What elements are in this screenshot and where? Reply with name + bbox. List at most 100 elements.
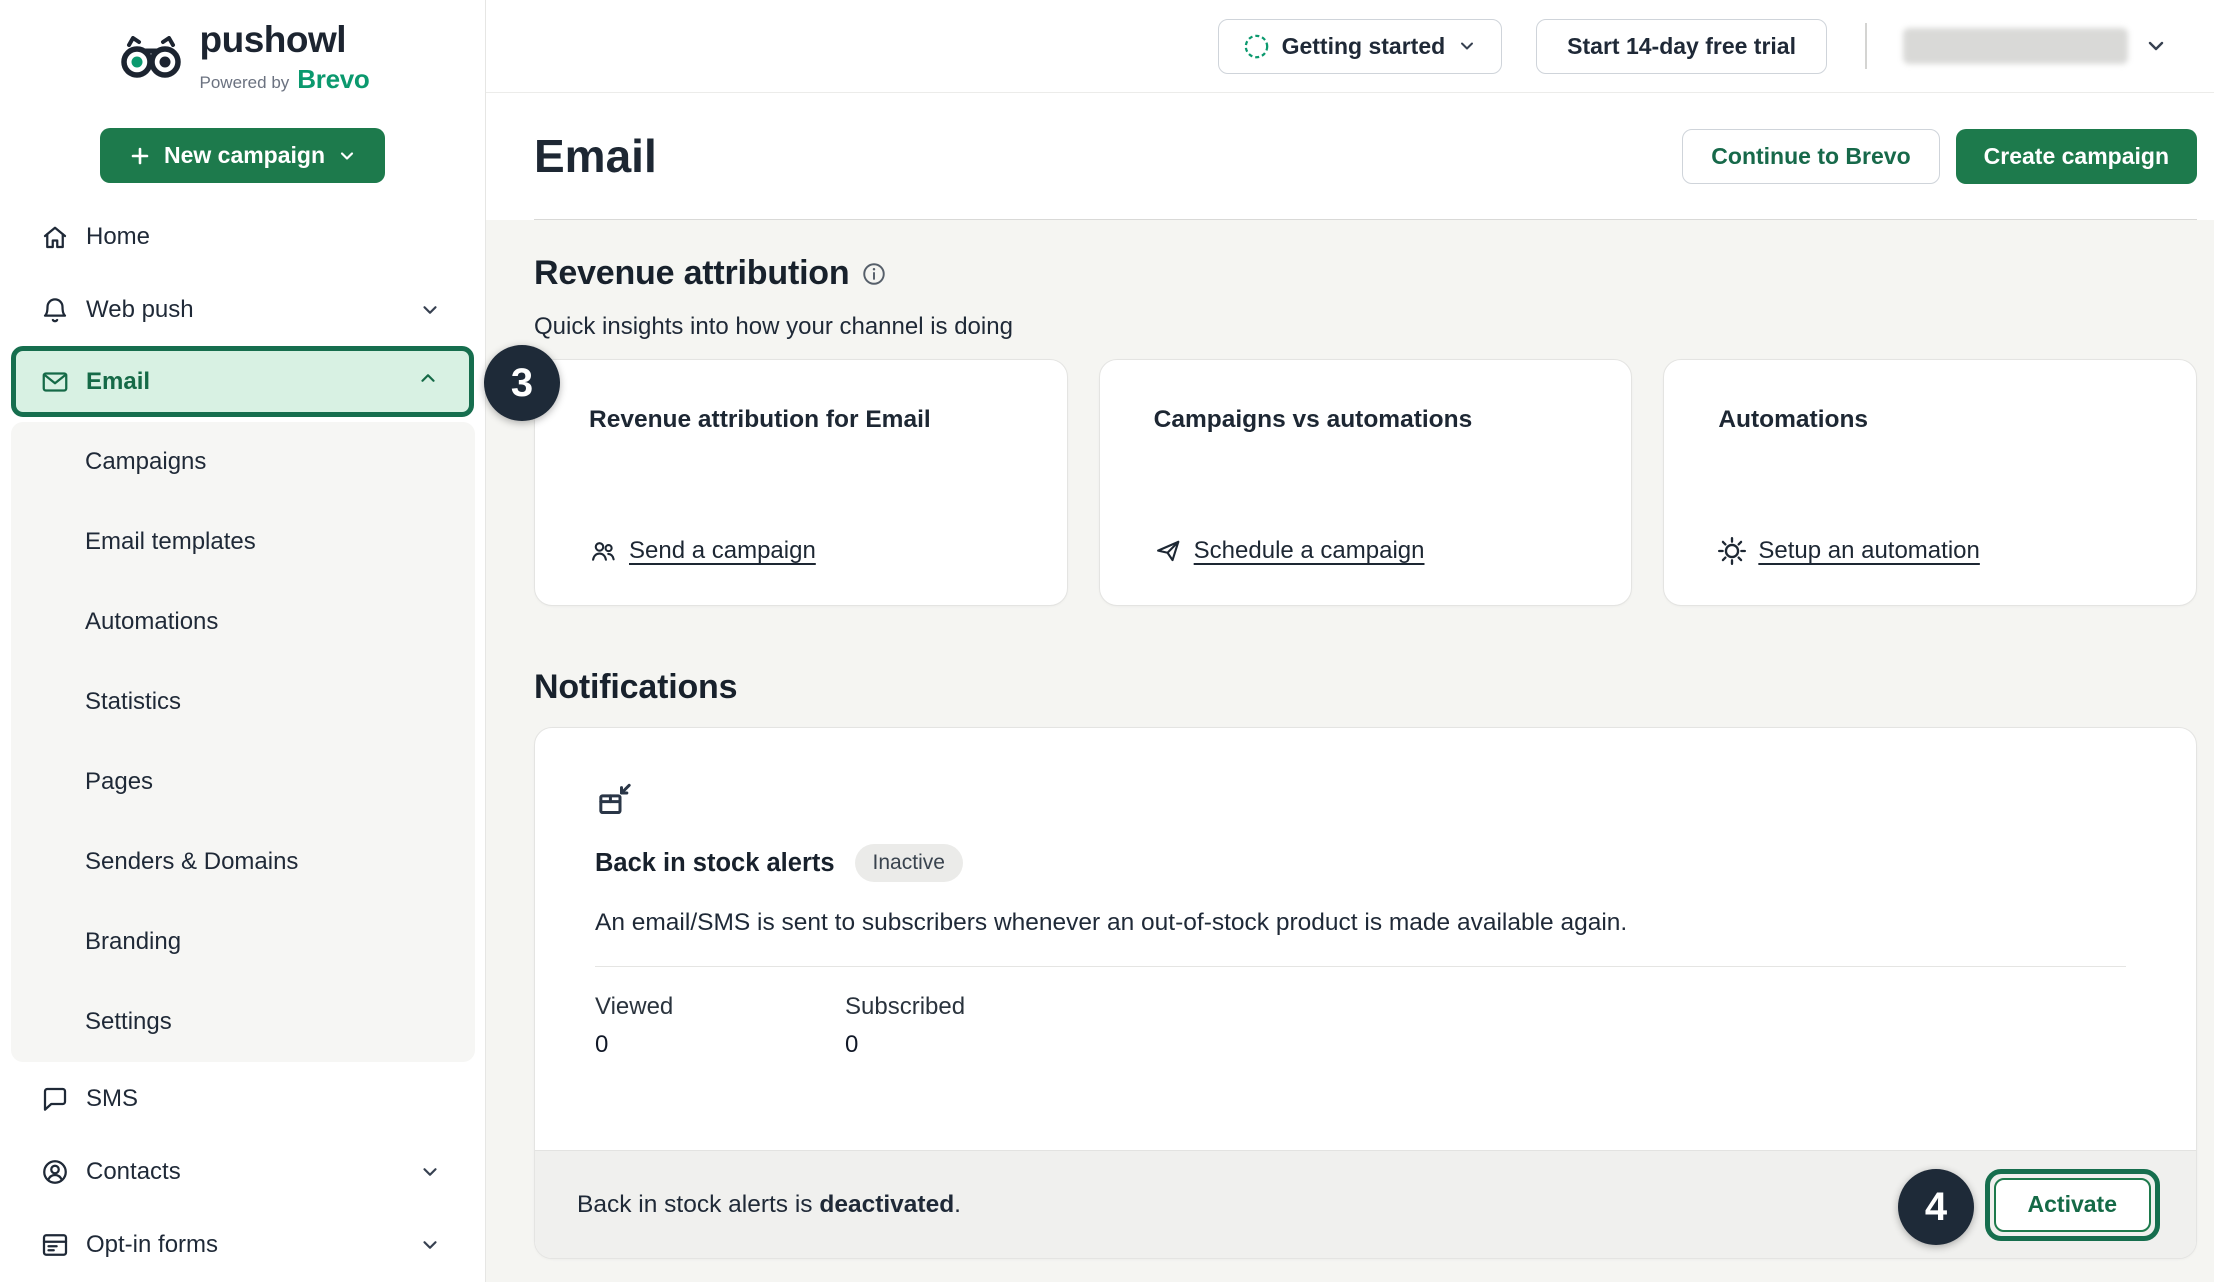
card-title: Campaigns vs automations <box>1154 406 1578 434</box>
revenue-card-campaigns-vs-automations: Campaigns vs automations Schedule a camp… <box>1099 359 1633 606</box>
submenu-item-label: Branding <box>85 928 181 956</box>
pushowl-logo: pushowl Powered by Brevo <box>0 16 485 100</box>
back-in-stock-body: Back in stock alerts Inactive An email/S… <box>535 728 2196 1150</box>
stat-subscribed: Subscribed 0 <box>845 993 1095 1059</box>
annotation-step-4: 4 <box>1898 1169 1974 1245</box>
continue-to-brevo-button[interactable]: Continue to Brevo <box>1682 129 1939 184</box>
submenu-item-branding[interactable]: Branding <box>11 902 475 982</box>
page-header-band: Email Continue to Brevo Create campaign <box>486 93 2214 220</box>
new-campaign-label: New campaign <box>164 142 325 169</box>
footer-prefix: Back in stock alerts is <box>577 1191 819 1218</box>
brand-name: pushowl <box>200 21 370 58</box>
notification-description: An email/SMS is sent to subscribers when… <box>595 908 2126 938</box>
main-area: Getting started Start 14-day free trial … <box>486 0 2214 1282</box>
sidebar-item-label: Opt-in forms <box>86 1231 403 1259</box>
sidebar-item-contacts[interactable]: Contacts <box>0 1135 485 1208</box>
plus-icon <box>128 144 152 168</box>
submenu-item-campaigns[interactable]: Campaigns <box>11 422 475 502</box>
email-submenu: Campaigns Email templates Automations St… <box>11 422 475 1062</box>
sidebar-item-label: Contacts <box>86 1158 403 1186</box>
sidebar-item-email[interactable]: Email <box>11 346 474 417</box>
submenu-item-settings[interactable]: Settings <box>11 982 475 1062</box>
revenue-section-subtitle: Quick insights into how your channel is … <box>534 313 2197 341</box>
back-in-stock-title-row: Back in stock alerts Inactive <box>595 844 2126 882</box>
form-icon <box>40 1230 70 1260</box>
new-campaign-button[interactable]: New campaign <box>100 128 385 183</box>
link-label: Setup an automation <box>1758 537 1980 565</box>
pushowl-owl-icon <box>116 36 186 80</box>
brevo-wordmark: Brevo <box>297 64 369 95</box>
sidebar-item-web-push[interactable]: Web push <box>0 273 485 346</box>
sidebar-item-label: Email <box>86 368 401 396</box>
notifications-section-header: Notifications <box>534 668 2197 707</box>
link-label: Schedule a campaign <box>1194 537 1425 565</box>
footer-status-text: Back in stock alerts is deactivated. <box>577 1191 961 1219</box>
sidebar-item-opt-in-forms[interactable]: Opt-in forms <box>0 1208 485 1281</box>
send-icon <box>1154 537 1182 565</box>
getting-started-label: Getting started <box>1282 33 1446 60</box>
trial-label: Start 14-day free trial <box>1567 33 1796 60</box>
sidebar-item-home[interactable]: Home <box>0 200 485 273</box>
stat-label: Viewed <box>595 993 845 1021</box>
submenu-item-label: Automations <box>85 608 218 636</box>
revenue-card-email: Revenue attribution for Email Send a cam… <box>534 359 1068 606</box>
submenu-item-automations[interactable]: Automations <box>11 582 475 662</box>
chevron-down-icon <box>419 299 441 321</box>
chevron-up-icon <box>417 367 439 396</box>
people-icon <box>589 537 617 565</box>
submenu-item-statistics[interactable]: Statistics <box>11 662 475 742</box>
page-header: Email Continue to Brevo Create campaign <box>534 93 2197 219</box>
submenu-item-pages[interactable]: Pages <box>11 742 475 822</box>
notification-stats: Viewed 0 Subscribed 0 <box>595 993 2126 1059</box>
sidebar-nav: Home Web push Email <box>0 200 485 1281</box>
stat-value: 0 <box>845 1031 1095 1059</box>
start-free-trial-button[interactable]: Start 14-day free trial <box>1536 19 1827 74</box>
chevron-down-icon <box>2144 34 2168 58</box>
submenu-item-label: Pages <box>85 768 153 796</box>
gear-icon <box>1718 537 1746 565</box>
progress-ring-icon <box>1243 33 1270 60</box>
submenu-item-senders-domains[interactable]: Senders & Domains <box>11 822 475 902</box>
activate-highlight-ring: Activate <box>1985 1169 2160 1241</box>
envelope-icon <box>40 367 70 397</box>
powered-by-label: Powered by <box>200 73 290 93</box>
sidebar-item-label: Web push <box>86 296 403 324</box>
submenu-item-email-templates[interactable]: Email templates <box>11 502 475 582</box>
getting-started-button[interactable]: Getting started <box>1218 19 1503 74</box>
footer-suffix: . <box>954 1191 961 1218</box>
info-icon[interactable] <box>861 261 887 287</box>
sidebar-item-sms[interactable]: SMS <box>0 1062 485 1135</box>
topbar: Getting started Start 14-day free trial <box>486 0 2214 93</box>
revenue-section-title: Revenue attribution <box>534 254 849 293</box>
notification-title: Back in stock alerts <box>595 849 835 878</box>
stat-label: Subscribed <box>845 993 1095 1021</box>
account-menu[interactable] <box>1903 28 2168 64</box>
sidebar: pushowl Powered by Brevo New campaign <box>0 0 486 1282</box>
footer-emphasis: deactivated <box>819 1191 954 1218</box>
create-campaign-button[interactable]: Create campaign <box>1956 129 2197 184</box>
notifications-section-title: Notifications <box>534 668 737 707</box>
topbar-divider <box>1865 23 1867 69</box>
bell-icon <box>40 295 70 325</box>
chat-bubble-icon <box>40 1084 70 1114</box>
card-title: Revenue attribution for Email <box>589 406 1013 434</box>
powered-by: Powered by Brevo <box>200 64 370 95</box>
submenu-item-label: Statistics <box>85 688 181 716</box>
activate-button[interactable]: Activate <box>1994 1178 2151 1232</box>
revenue-section-header: Revenue attribution <box>534 254 2197 293</box>
submenu-item-label: Campaigns <box>85 448 206 476</box>
chevron-down-icon <box>419 1161 441 1183</box>
chevron-down-icon <box>419 1234 441 1256</box>
account-name-redacted <box>1903 28 2128 64</box>
home-icon <box>40 222 70 252</box>
revenue-card-automations: Automations Setup an automation <box>1663 359 2197 606</box>
submenu-item-label: Senders & Domains <box>85 848 298 876</box>
notification-divider <box>595 966 2126 967</box>
schedule-campaign-link[interactable]: Schedule a campaign <box>1154 537 1425 565</box>
back-in-stock-icon <box>595 780 2126 820</box>
person-circle-icon <box>40 1157 70 1187</box>
setup-automation-link[interactable]: Setup an automation <box>1718 537 1980 565</box>
card-title: Automations <box>1718 406 2142 434</box>
send-campaign-link[interactable]: Send a campaign <box>589 537 816 565</box>
page-title: Email <box>534 129 657 183</box>
